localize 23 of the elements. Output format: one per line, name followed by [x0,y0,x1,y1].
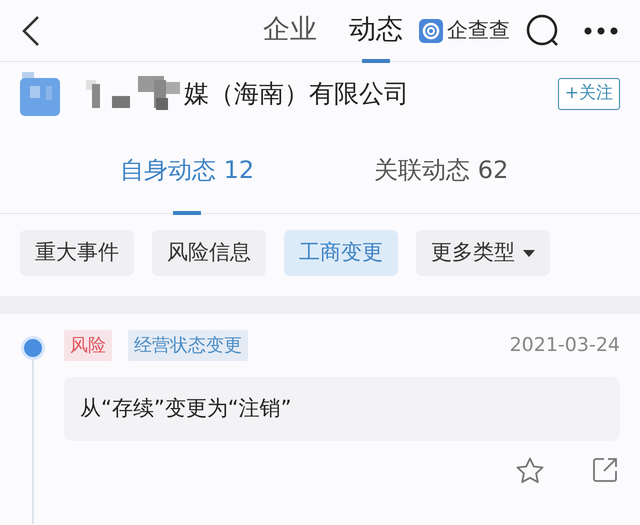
filter-chip[interactable]: 重大事件 [20,230,134,276]
nav-tab[interactable]: 企业 [263,0,317,62]
search-icon[interactable] [526,14,560,48]
feed-tab[interactable]: 自身动态 12 [120,126,254,214]
event-date: 2021-03-24 [510,333,620,358]
event-tag: 经营状态变更 [128,330,248,361]
company-name: 媒（海南）有限公司 [184,78,409,110]
follow-button[interactable]: +关注 [558,78,620,110]
type-dropdown[interactable]: 更多类型 [416,230,550,276]
brand-name: 企查查 [447,16,510,44]
star-icon[interactable] [516,456,544,484]
share-icon[interactable] [592,457,618,483]
filter-chip[interactable]: 风险信息 [152,230,266,276]
logo-icon [419,18,443,42]
event-tag: 风险 [64,330,112,361]
nav-tab[interactable]: 动态 [349,0,403,62]
event-content: 从“存续”变更为“注销” [64,377,620,440]
caret-icon [523,250,535,256]
more-icon[interactable] [584,26,618,34]
company-logo-icon [20,72,60,116]
feed-tab[interactable]: 关联动态 62 [374,126,508,214]
timeline-dot [24,339,42,357]
back-icon[interactable] [22,14,40,46]
